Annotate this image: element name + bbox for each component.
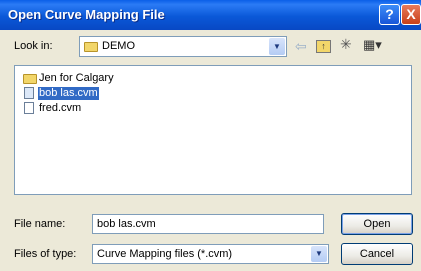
title-bar[interactable]: Open Curve Mapping File ? X bbox=[0, 0, 421, 30]
close-button[interactable]: X bbox=[401, 4, 421, 25]
back-arrow-icon[interactable]: ⇦ bbox=[295, 38, 307, 55]
file-name-value: bob las.cvm bbox=[97, 218, 156, 230]
open-button[interactable]: Open bbox=[341, 213, 413, 235]
file-type-label: Files of type: bbox=[14, 248, 77, 260]
document-icon bbox=[24, 87, 34, 99]
new-folder-icon[interactable]: ✳ bbox=[340, 36, 352, 53]
help-button[interactable]: ? bbox=[379, 4, 400, 25]
list-item-label: Jen for Calgary bbox=[39, 72, 114, 84]
folder-icon bbox=[23, 74, 37, 84]
list-item-label: bob las.cvm bbox=[38, 87, 99, 100]
up-folder-icon[interactable]: ↑ bbox=[316, 40, 331, 53]
folder-icon bbox=[84, 42, 98, 52]
cancel-button[interactable]: Cancel bbox=[341, 243, 413, 265]
look-in-label: Look in: bbox=[14, 40, 53, 52]
file-type-dropdown[interactable]: Curve Mapping files (*.cvm) ▼ bbox=[92, 244, 329, 264]
file-type-value: Curve Mapping files (*.cvm) bbox=[97, 248, 233, 260]
look-in-value: DEMO bbox=[102, 40, 135, 52]
views-menu-icon[interactable]: ▦▾ bbox=[363, 37, 382, 53]
file-name-label: File name: bbox=[14, 218, 66, 230]
window-title: Open Curve Mapping File bbox=[8, 7, 165, 22]
chevron-down-icon[interactable]: ▼ bbox=[269, 38, 285, 55]
file-name-field[interactable]: bob las.cvm bbox=[92, 214, 324, 234]
file-list[interactable]: Jen for Calgary bob las.cvm fred.cvm bbox=[14, 65, 412, 195]
list-item-label: fred.cvm bbox=[39, 102, 82, 114]
document-icon bbox=[24, 102, 34, 114]
look-in-dropdown[interactable]: DEMO ▼ bbox=[79, 36, 287, 57]
chevron-down-icon[interactable]: ▼ bbox=[311, 246, 327, 262]
